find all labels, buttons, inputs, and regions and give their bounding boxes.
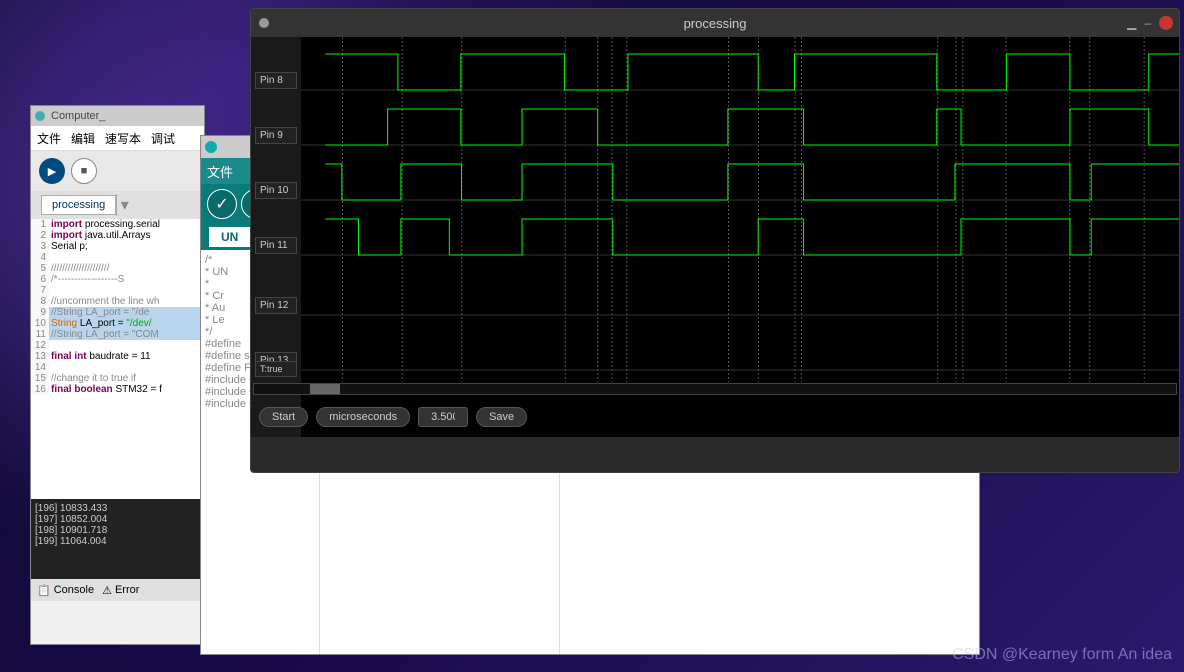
arduino-active-tab[interactable]: UN <box>209 227 250 247</box>
pin-label: Pin 9 <box>255 127 297 144</box>
horizontal-scrollbar[interactable] <box>253 383 1177 395</box>
scrollbar-thumb[interactable] <box>310 384 340 394</box>
watermark: CSDN @Kearney form An idea <box>952 646 1172 664</box>
menu-sketch[interactable]: 速写本 <box>105 130 141 147</box>
logic-titlebar[interactable]: processing ▁ – <box>251 9 1179 37</box>
console-tab[interactable]: 📋 Console <box>37 584 94 597</box>
logic-app-icon <box>259 18 269 28</box>
start-button[interactable]: Start <box>259 407 308 427</box>
code-editor[interactable]: 1import processing.serial2import java.ut… <box>31 219 204 499</box>
waveform-chart[interactable]: 1373345318739801027107614121511163216532… <box>301 37 1179 397</box>
processing-ide-window: Computer_ 文件 编辑 速写本 调试 ▶ ■ processing ▾ … <box>30 105 205 645</box>
logic-title: processing <box>684 16 747 31</box>
save-button[interactable]: Save <box>476 407 527 427</box>
pin-labels: Pin 8Pin 9Pin 10Pin 11Pin 12Pin 13 <box>251 37 301 437</box>
minimize-icon[interactable]: ▁ <box>1127 16 1136 30</box>
verify-button[interactable]: ✓ <box>207 189 237 219</box>
processing-toolbar: ▶ ■ <box>31 151 204 191</box>
run-button[interactable]: ▶ <box>39 158 65 184</box>
logic-controls: Start microseconds Save <box>259 407 527 427</box>
pin-label: Pin 11 <box>255 237 297 254</box>
menu-file[interactable]: 文件 <box>37 130 61 147</box>
pin-label: Pin 8 <box>255 72 297 89</box>
pin-label: Pin 12 <box>255 297 297 314</box>
processing-footer: 📋 Console ⚠ Error <box>31 579 204 601</box>
tab-dropdown-icon[interactable]: ▾ <box>116 194 132 216</box>
processing-tabs: processing ▾ <box>31 191 204 219</box>
arduino-app-icon <box>205 141 217 153</box>
division-input[interactable] <box>418 407 468 427</box>
menu-debug[interactable]: 调试 <box>151 130 175 147</box>
processing-title: Computer_ <box>51 110 105 122</box>
processing-app-icon <box>35 111 45 121</box>
logic-body: Pin 8Pin 9Pin 10Pin 11Pin 12Pin 13 T:tru… <box>251 37 1179 437</box>
active-tab[interactable]: processing <box>41 195 116 215</box>
maximize-icon[interactable]: – <box>1144 16 1151 30</box>
console-output: [196] 10833.433[197] 10852.004[198] 1090… <box>31 499 204 579</box>
stop-button[interactable]: ■ <box>71 158 97 184</box>
processing-titlebar[interactable]: Computer_ <box>31 106 204 126</box>
processing-menubar: 文件 编辑 速写本 调试 <box>31 126 204 151</box>
menu-edit[interactable]: 编辑 <box>71 130 95 147</box>
unit-button[interactable]: microseconds <box>316 407 410 427</box>
logic-analyzer-window: processing ▁ – Pin 8 Pin 9 Pin 10 Pin 11 Pin… <box>250 8 1180 473</box>
pin-label: Pin 10 <box>255 182 297 199</box>
arduino-menu-file[interactable]: 文件 <box>207 162 233 181</box>
errors-tab[interactable]: ⚠ Error <box>102 584 139 597</box>
close-icon[interactable] <box>1159 16 1173 30</box>
t-true-label: T:true <box>255 361 297 377</box>
